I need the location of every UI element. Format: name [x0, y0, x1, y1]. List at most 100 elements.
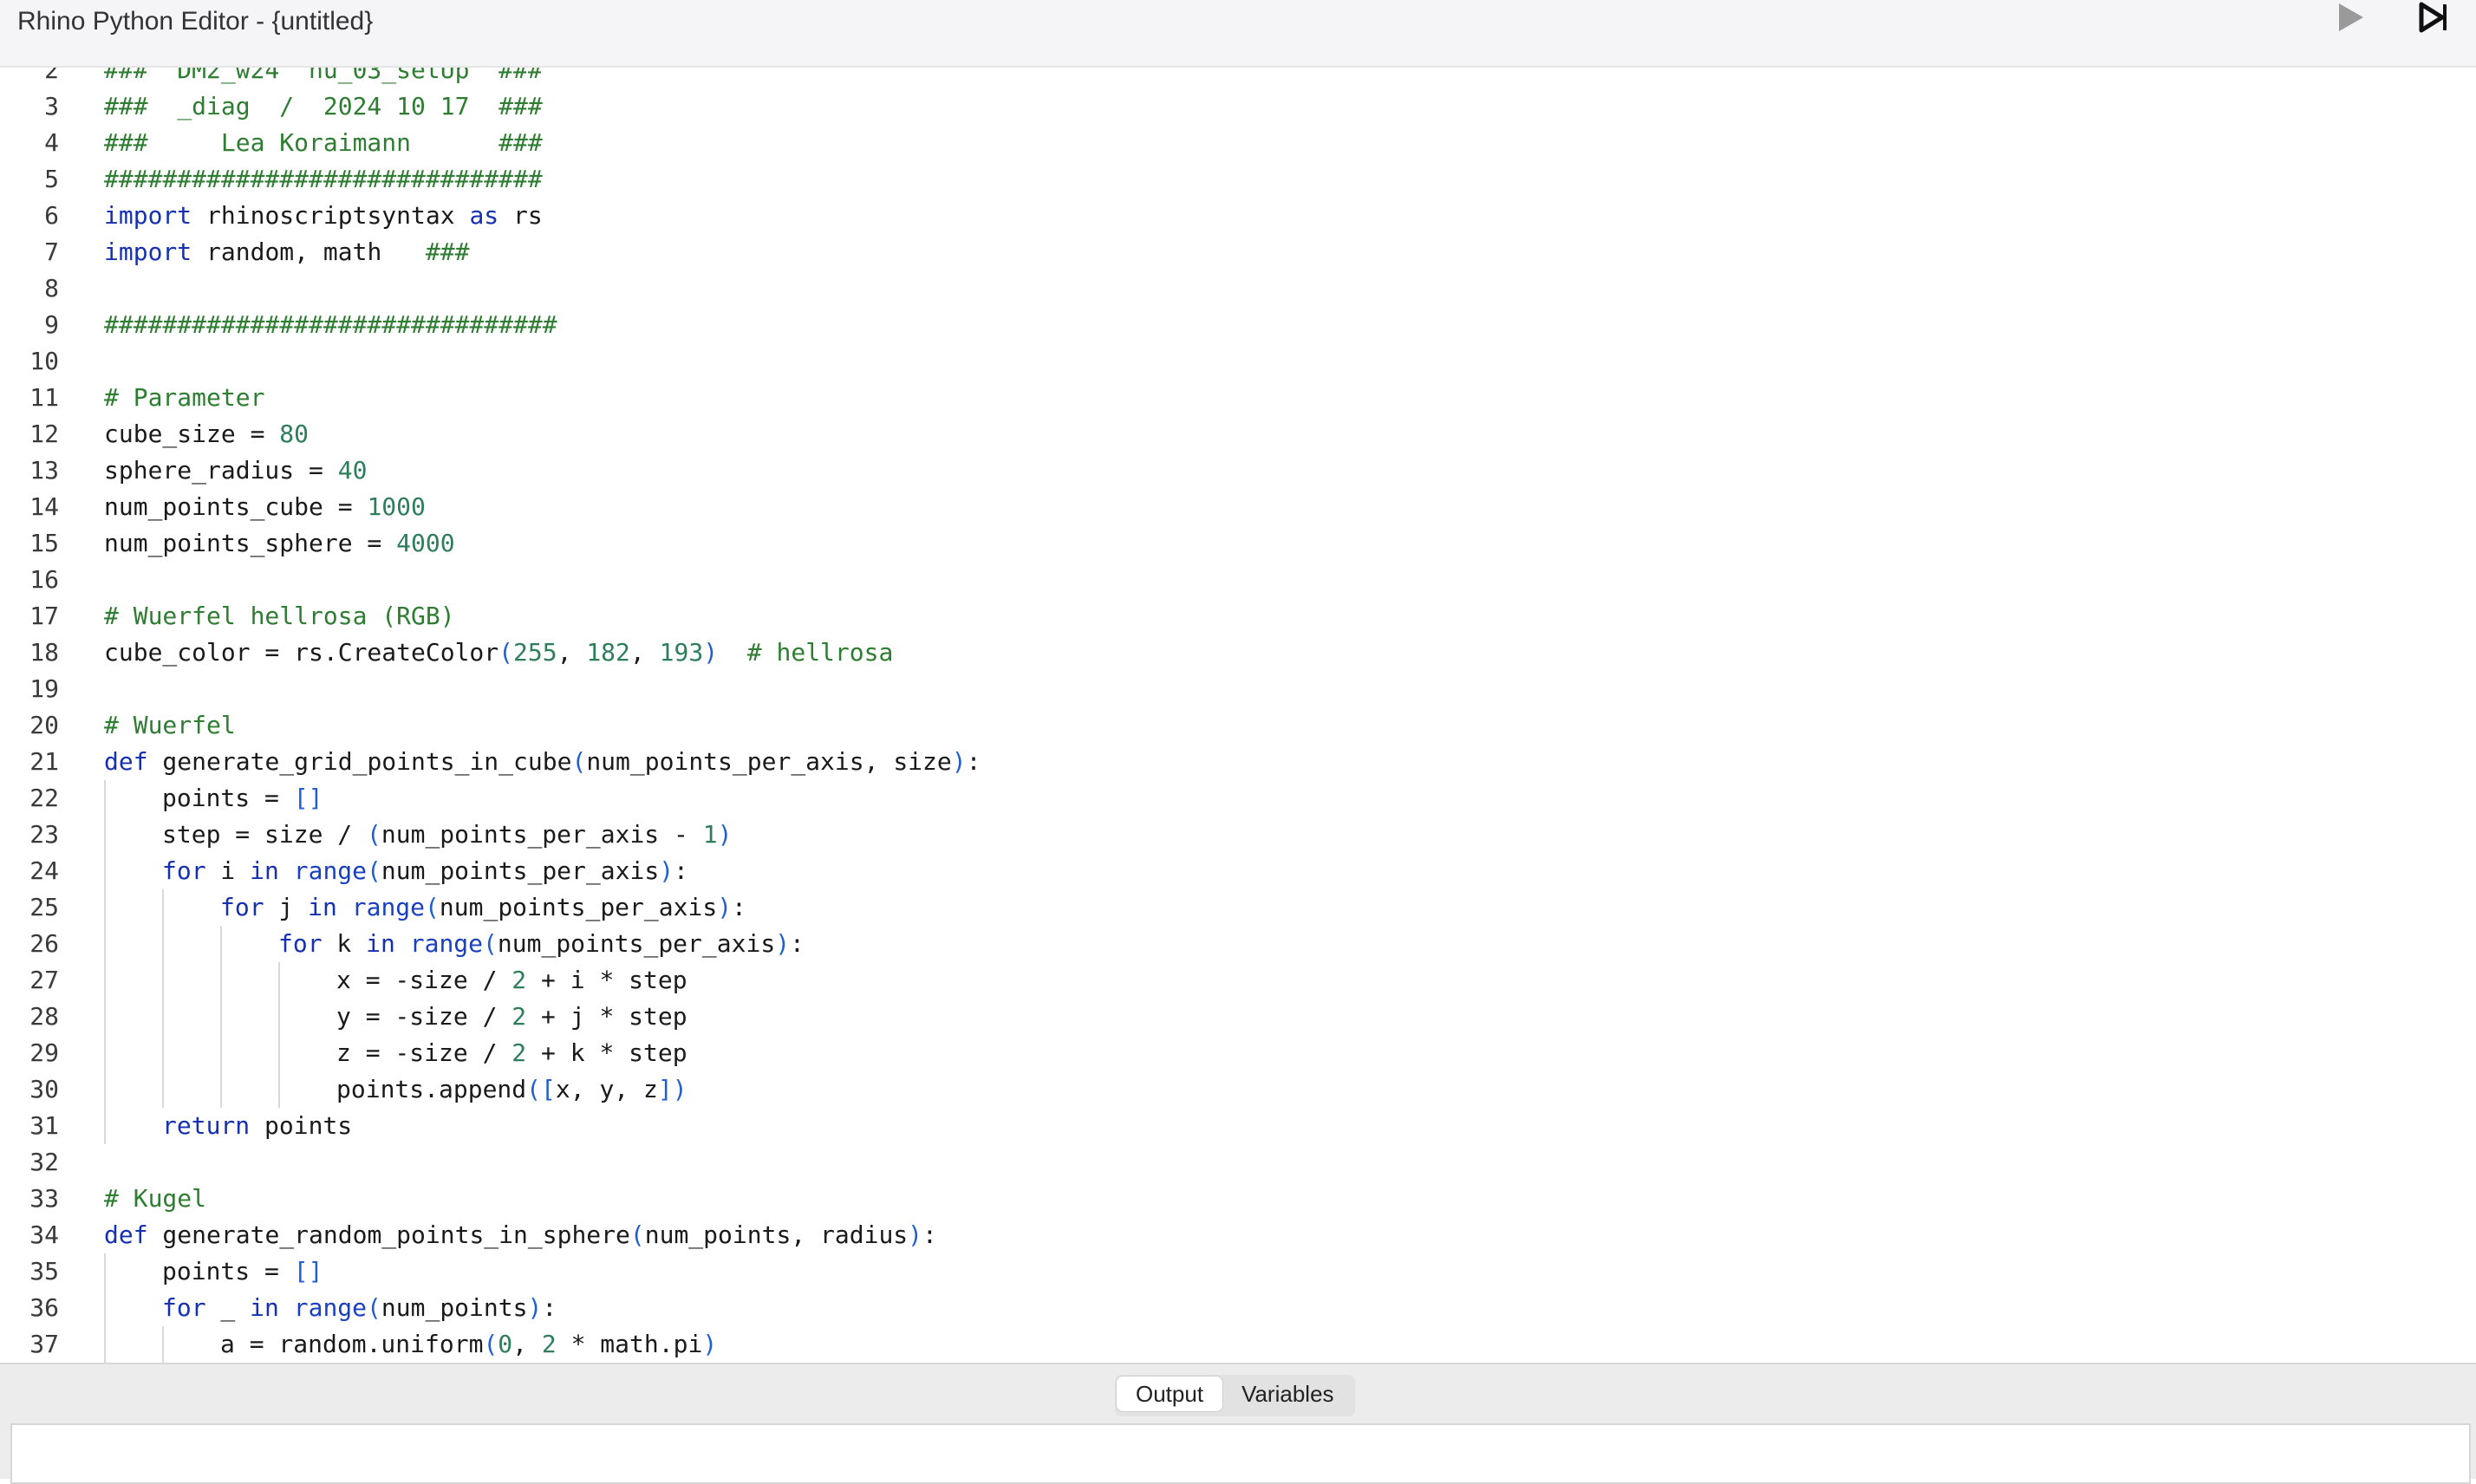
line-number: 28 — [29, 1002, 59, 1031]
code-token: + i * step — [526, 966, 687, 994]
code-token: + k * step — [526, 1038, 687, 1067]
code-token: generate_grid_points_in_cube — [147, 747, 572, 776]
line-number: 26 — [29, 929, 59, 958]
indent-guide — [104, 926, 106, 962]
indent-guide — [104, 1035, 106, 1071]
code-token: for — [162, 856, 206, 885]
code-token: num_points — [381, 1293, 528, 1322]
code-token: 193 — [659, 638, 704, 667]
line-number: 23 — [29, 820, 59, 849]
indent-guide — [104, 1108, 106, 1144]
code-token: rhinoscriptsyntax — [192, 201, 470, 230]
line-number: 17 — [29, 602, 59, 630]
line-number: 3 — [44, 92, 59, 120]
code-token: 1000 — [367, 492, 426, 521]
line-number: 30 — [29, 1075, 59, 1103]
code-token: 1 — [702, 820, 718, 849]
indent-guide — [278, 1071, 280, 1108]
code-token: points = — [162, 1257, 294, 1285]
line-number: 37 — [29, 1330, 59, 1358]
indent-guide — [104, 780, 106, 817]
window-title: Rhino Python Editor - {untitled} — [17, 7, 374, 36]
line-number: 15 — [29, 529, 59, 557]
code-token: [] — [293, 1257, 323, 1285]
code-token: : — [732, 893, 746, 921]
code-text: ### DM2_w24 hu_03_setUp ### — [104, 68, 543, 88]
line-number: 36 — [29, 1293, 59, 1322]
code-token: return — [162, 1111, 251, 1140]
code-token: ) — [702, 1330, 718, 1358]
code-token: # Kugel — [104, 1184, 207, 1213]
code-text: for i in range(num_points_per_axis): — [162, 853, 688, 889]
code-token: 40 — [337, 456, 368, 485]
code-token: # Parameter — [104, 383, 265, 412]
indent-guide — [162, 999, 164, 1035]
line-number: 32 — [29, 1148, 59, 1176]
indent-guide — [104, 853, 106, 889]
code-token: sphere_radius = — [104, 456, 338, 485]
line-number: 7 — [44, 238, 59, 266]
bottom-panel: Output Variables — [0, 1363, 2476, 1484]
tab-output[interactable]: Output — [1117, 1377, 1223, 1411]
code-token: in — [250, 1293, 279, 1322]
indent-guide — [220, 999, 222, 1035]
debug-run-button[interactable] — [2408, 0, 2457, 35]
line-number: 16 — [29, 565, 59, 594]
output-pane[interactable] — [10, 1423, 2471, 1484]
code-editor[interactable]: 2 ### DM2_w24 hu_03_setUp ### 3 ### _diag /… — [0, 68, 2476, 1363]
code-token: cube_color = rs.CreateColor — [104, 638, 499, 667]
line-number: 5 — [44, 165, 59, 193]
code-token: + j * step — [526, 1002, 687, 1031]
indent-guide — [220, 962, 222, 999]
code-text: # Wuerfel — [104, 707, 236, 744]
code-token: ) — [908, 1220, 923, 1249]
line-number: 20 — [29, 711, 59, 739]
code-token: for — [278, 929, 323, 958]
code-token: points = — [162, 784, 294, 812]
code-token: ### _diag / 2024 10 17 ### — [104, 92, 543, 120]
code-token: x, y, z — [555, 1075, 658, 1103]
code-text: sphere_radius = 40 — [104, 452, 367, 489]
code-token: in — [308, 893, 337, 921]
indent-guide — [162, 1326, 164, 1363]
code-token: : — [790, 929, 805, 958]
title-bar: Rhino Python Editor - {untitled} — [0, 0, 2476, 68]
code-text: def generate_grid_points_in_cube(num_poi… — [104, 744, 981, 780]
tab-variables[interactable]: Variables — [1222, 1377, 1352, 1411]
code-token: z = -size / — [336, 1038, 512, 1067]
code-text: # Wuerfel hellrosa (RGB) — [104, 598, 455, 635]
code-text: points = [] — [162, 1253, 323, 1290]
code-text: ### Lea Koraimann ### — [104, 125, 543, 161]
code-token: i — [205, 856, 251, 885]
code-token: , — [512, 1330, 542, 1358]
code-token: # Wuerfel — [104, 711, 236, 739]
code-token: ### Lea Koraimann ### — [104, 128, 543, 157]
code-token: 255 — [513, 638, 557, 667]
code-text: for k in range(num_points_per_axis): — [278, 926, 805, 962]
code-text: ############################## — [104, 161, 543, 198]
code-text: z = -size / 2 + k * step — [336, 1035, 687, 1071]
code-token: cube_size = — [104, 420, 280, 448]
code-token: 182 — [586, 638, 630, 667]
code-text: cube_color = rs.CreateColor(255, 182, 19… — [104, 635, 893, 671]
indent-guide — [278, 999, 280, 1035]
code-token: 2 — [511, 1002, 527, 1031]
line-number: 4 — [44, 128, 59, 157]
indent-guide — [104, 1071, 106, 1108]
line-number: 14 — [29, 492, 59, 521]
code-token: ( — [498, 638, 514, 667]
indent-guide — [162, 1071, 164, 1108]
code-text: a = random.uniform(0, 2 * math.pi) — [220, 1326, 717, 1363]
code-token: : — [542, 1293, 557, 1322]
line-number: 13 — [29, 456, 59, 485]
code-token: x = -size / — [336, 966, 512, 994]
code-token: ( — [367, 856, 381, 885]
code-token: points.append — [336, 1075, 527, 1103]
code-text: for j in range(num_points_per_axis): — [220, 889, 746, 926]
code-token: for — [220, 893, 264, 921]
run-button[interactable] — [2327, 0, 2375, 35]
code-token: num_points_per_axis - — [381, 820, 703, 849]
line-number: 34 — [29, 1220, 59, 1249]
